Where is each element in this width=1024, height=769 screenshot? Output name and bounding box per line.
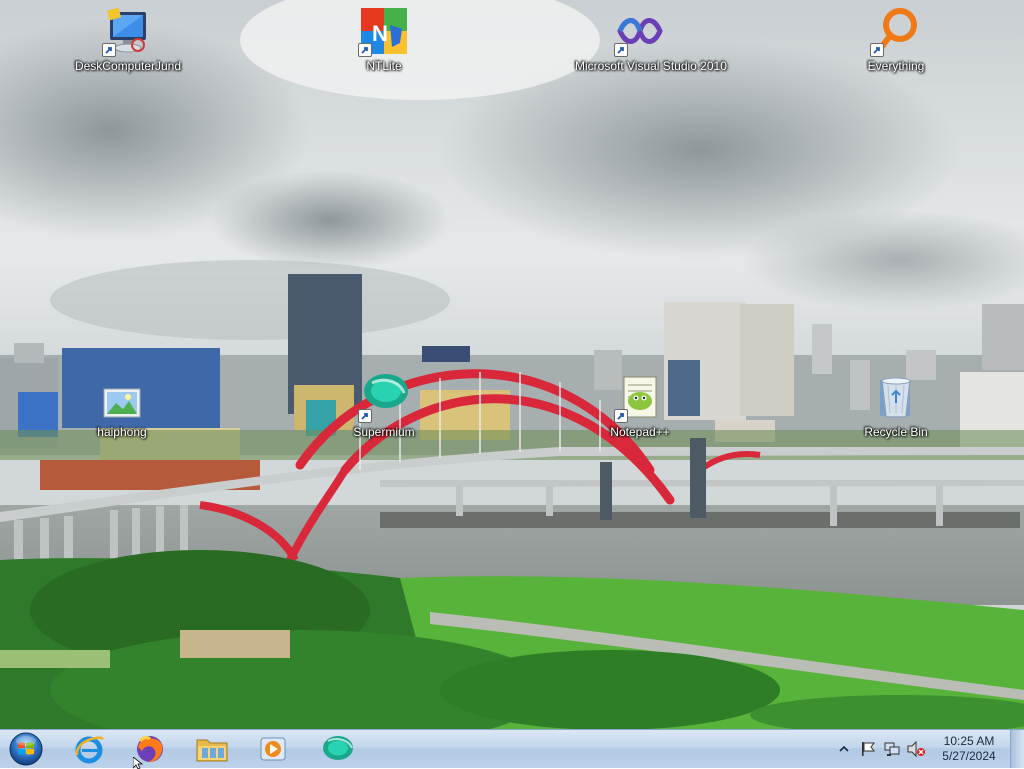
taskbar-supermium-button[interactable] (311, 732, 363, 766)
mouse-cursor-icon (133, 757, 144, 769)
network-icon[interactable] (883, 740, 901, 758)
desktop-icon-recycle-bin[interactable]: Recycle Bin (831, 373, 961, 439)
desktop-icon-supermium[interactable]: Supermium (319, 373, 449, 439)
media-player-icon (260, 737, 286, 761)
visual-studio-icon (614, 7, 664, 57)
desktop-icon-label: haiphong (97, 425, 147, 439)
everything-search-icon (870, 7, 920, 57)
clock-date: 5/27/2024 (942, 749, 996, 763)
desktop-icon-ntlite[interactable]: N NTLite (319, 7, 449, 73)
shortcut-arrow-icon (358, 43, 372, 57)
image-file-icon (98, 373, 146, 421)
desktop-icon-label: NTLite (366, 59, 402, 73)
taskbar-clock[interactable]: 10:25 AM 5/27/2024 (934, 734, 1004, 764)
recycle-bin-icon (872, 373, 920, 421)
desktop-icon-notepadplusplus[interactable]: Notepad++ (575, 373, 705, 439)
start-button[interactable] (4, 731, 48, 767)
shortcut-arrow-icon (870, 43, 884, 57)
desktop-icon-visual-studio-2010[interactable]: Microsoft Visual Studio 2010 (575, 7, 727, 73)
wallpaper-scene (0, 0, 1024, 729)
taskbar-firefox-button[interactable] (124, 732, 176, 766)
desktop-icon-label: Everything (867, 59, 925, 73)
desktop-icon-haiphong[interactable]: haiphong (57, 373, 187, 439)
supermium-browser-icon (358, 373, 408, 423)
computer-monitor-icon (102, 7, 152, 57)
supermium-browser-icon (323, 736, 353, 760)
show-desktop-button[interactable] (1010, 730, 1024, 768)
desktop-icon-deskcomputerjund[interactable]: DeskComputerJund (63, 7, 193, 73)
taskbar-internet-explorer-button[interactable] (63, 732, 115, 766)
action-center-flag-icon[interactable] (859, 740, 877, 758)
taskbar-windows-explorer-button[interactable] (186, 732, 238, 766)
taskbar-media-player-button[interactable] (247, 732, 299, 766)
desktop-icon-label: Recycle Bin (864, 425, 928, 439)
shortcut-arrow-icon (614, 409, 628, 423)
shortcut-arrow-icon (102, 43, 116, 57)
folder-explorer-icon (196, 739, 228, 762)
desktop-icon-label: DeskComputerJund (74, 59, 182, 73)
shortcut-arrow-icon (614, 43, 628, 57)
desktop-icon-everything[interactable]: Everything (831, 7, 961, 73)
desktop-icon-label: Microsoft Visual Studio 2010 (575, 59, 727, 73)
volume-muted-icon[interactable] (907, 740, 925, 758)
show-hidden-icons-chevron-icon[interactable] (835, 740, 853, 758)
system-tray: 10:25 AM 5/27/2024 (832, 730, 1024, 768)
notepadplusplus-icon (614, 373, 664, 423)
internet-explorer-icon (75, 736, 104, 764)
ntlite-icon: N (358, 7, 408, 57)
svg-text:N: N (372, 21, 388, 46)
taskbar: 10:25 AM 5/27/2024 (0, 729, 1024, 768)
desktop-wallpaper (0, 0, 1024, 729)
clock-time: 10:25 AM (943, 734, 995, 748)
shortcut-arrow-icon (358, 409, 372, 423)
desktop-icon-label: Notepad++ (610, 425, 670, 439)
desktop-icon-label: Supermium (353, 425, 415, 439)
windows-start-orb-icon (9, 732, 43, 766)
